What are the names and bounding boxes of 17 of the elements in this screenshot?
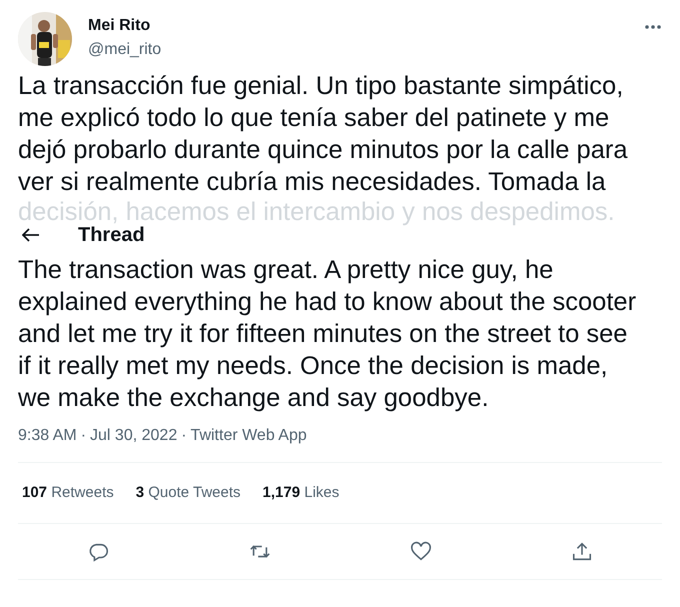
- separator-dot: ·: [80, 426, 86, 446]
- back-icon[interactable]: [22, 228, 40, 242]
- stat-link[interactable]: 1,179 Likes: [262, 482, 340, 504]
- stat-link[interactable]: 3 Quote Tweets: [136, 482, 241, 504]
- translated-text: The transaction was great. A pretty nice guy, he explained everything he had to know about the scooter and let me try it for fifteen minutes on the street to see if it really met my needs. Once the decision is made, we make the exchange and say goodbye.: [18, 255, 638, 414]
- tweet-time[interactable]: 9:38 AM: [18, 424, 77, 448]
- tweet-date[interactable]: Jul 30, 2022: [90, 424, 178, 448]
- author-name[interactable]: Mei Rito: [88, 16, 644, 36]
- more-icon[interactable]: [644, 24, 662, 30]
- like-icon[interactable]: [410, 540, 432, 562]
- stat-link[interactable]: 107 Retweets: [22, 482, 114, 504]
- share-icon[interactable]: [570, 540, 592, 562]
- separator-dot: ·: [181, 426, 187, 446]
- tweet-source[interactable]: Twitter Web App: [190, 424, 307, 448]
- author-handle[interactable]: @mei_rito: [88, 40, 644, 60]
- tweet-text: La transacción fue genial. Un tipo bastante simpático, me explicó todo lo que tenía saber del patinete y me dejó probarlo durante quince minutos por la calle para ver si realmente cubría mis necesidades. Tomada la: [18, 71, 629, 198]
- page-title: Thread: [78, 224, 145, 248]
